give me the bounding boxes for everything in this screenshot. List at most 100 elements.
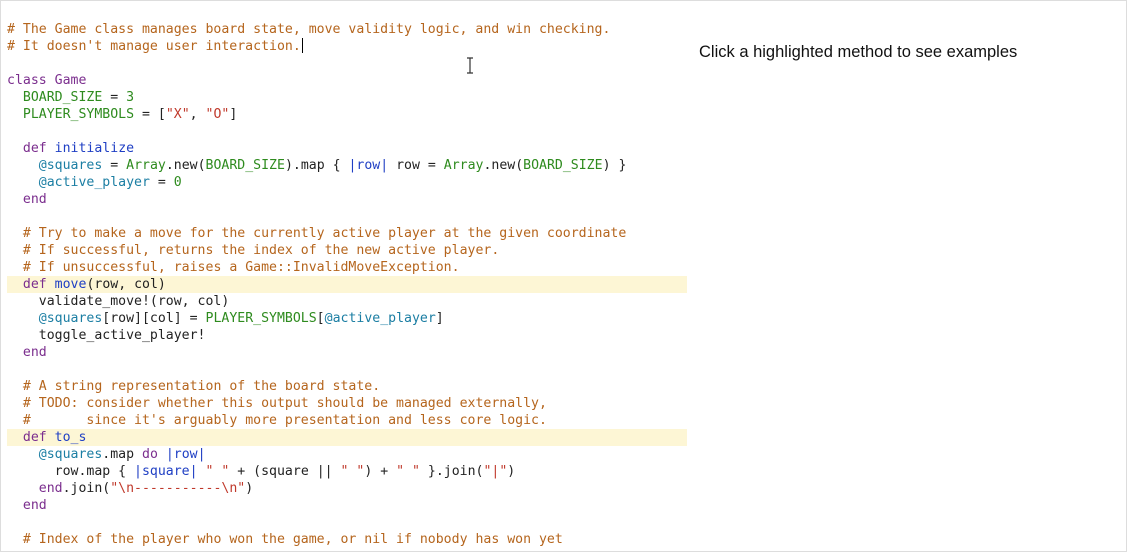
code-line: end <box>7 497 687 514</box>
code-line: # TODO: consider whether this output sho… <box>7 395 687 412</box>
code-token: @active_player <box>324 311 436 326</box>
code-token: # TODO: consider whether this output sho… <box>22 396 547 411</box>
code-token: @active_player <box>38 175 150 190</box>
code-line: @squares.map do |row| <box>7 446 687 463</box>
code-token: @squares <box>38 311 103 326</box>
code-token: 3 <box>126 90 135 105</box>
code-token: (row, col) <box>86 277 166 292</box>
code-token: class <box>7 73 47 88</box>
code-line: BOARD_SIZE = 3 <box>7 89 687 106</box>
code-token: |square| <box>134 464 198 479</box>
code-token: # The Game class manages board state, mo… <box>7 22 611 37</box>
code-token: def <box>22 430 47 445</box>
code-token: end <box>22 345 47 360</box>
code-token: BOARD_SIZE <box>22 90 103 105</box>
code-token: .new( <box>483 158 524 173</box>
code-token: end <box>38 481 63 496</box>
code-token: Array <box>443 158 484 173</box>
code-token: row = <box>388 158 444 173</box>
code-token: # Try to make a move for the currently a… <box>22 226 627 241</box>
code-token: "\n-----------\n" <box>110 481 246 496</box>
code-token: row.map { <box>7 464 135 479</box>
code-token: # since it's arguably more presentation … <box>22 413 547 428</box>
code-line: @squares[row][col] = PLAYER_SYMBOLS[@act… <box>7 310 687 327</box>
code-line: @squares = Array.new(BOARD_SIZE).map { |… <box>7 157 687 174</box>
code-token: PLAYER_SYMBOLS <box>22 107 135 122</box>
code-editor[interactable]: # The Game class manages board state, mo… <box>7 21 687 548</box>
code-token: # Index of the player who won the game, … <box>22 532 563 547</box>
text-cursor-icon <box>467 57 473 74</box>
code-token: PLAYER_SYMBOLS <box>205 311 317 326</box>
code-token: "|" <box>483 464 508 479</box>
code-token: ).map { <box>284 158 349 173</box>
code-token: do <box>142 447 158 462</box>
code-line: # A string representation of the board s… <box>7 378 687 395</box>
code-token: # If successful, returns the index of th… <box>22 243 500 258</box>
code-line: # If successful, returns the index of th… <box>7 242 687 259</box>
code-token: + (square || <box>229 464 341 479</box>
code-line: validate_move!(row, col) <box>7 293 687 310</box>
code-token: # If unsuccessful, raises a Game::Invali… <box>22 260 460 275</box>
examples-hint: Click a highlighted method to see exampl… <box>699 43 1018 61</box>
code-line: row.map { |square| " " + (square || " ")… <box>7 463 687 480</box>
code-token: def <box>22 141 47 156</box>
code-token: " " <box>396 464 420 479</box>
code-token: .map <box>102 447 142 462</box>
code-token: ) } <box>602 158 627 173</box>
code-token: }.join( <box>419 464 484 479</box>
code-line: end <box>7 344 687 361</box>
text-caret <box>301 38 303 53</box>
code-token: = <box>102 90 127 105</box>
highlighted-method-line[interactable]: def move(row, col) <box>7 276 687 293</box>
code-token: [row][col] = <box>102 311 206 326</box>
code-token: [ <box>316 311 325 326</box>
code-token: end <box>22 498 47 513</box>
code-token: validate_move!(row, col) <box>7 294 230 309</box>
code-token: " " <box>205 464 230 479</box>
code-token: = <box>149 175 174 190</box>
code-token: move <box>54 277 87 292</box>
code-token: @squares <box>38 158 103 173</box>
code-token: def <box>22 277 47 292</box>
code-token: .new( <box>165 158 206 173</box>
code-line: end.join("\n-----------\n") <box>7 480 687 497</box>
code-token: |row| <box>348 158 389 173</box>
code-token: 0 <box>173 175 182 190</box>
code-token: , <box>189 107 206 122</box>
code-token: ) <box>245 481 254 496</box>
code-token: = [ <box>134 107 166 122</box>
code-token: "O" <box>205 107 230 122</box>
code-line: PLAYER_SYMBOLS = ["X", "O"] <box>7 106 687 123</box>
code-line: end <box>7 191 687 208</box>
code-token: ) + <box>364 464 397 479</box>
code-token: "X" <box>165 107 190 122</box>
highlighted-method-line[interactable]: def to_s <box>7 429 687 446</box>
code-token: BOARD_SIZE <box>523 158 603 173</box>
code-token: ] <box>435 311 444 326</box>
